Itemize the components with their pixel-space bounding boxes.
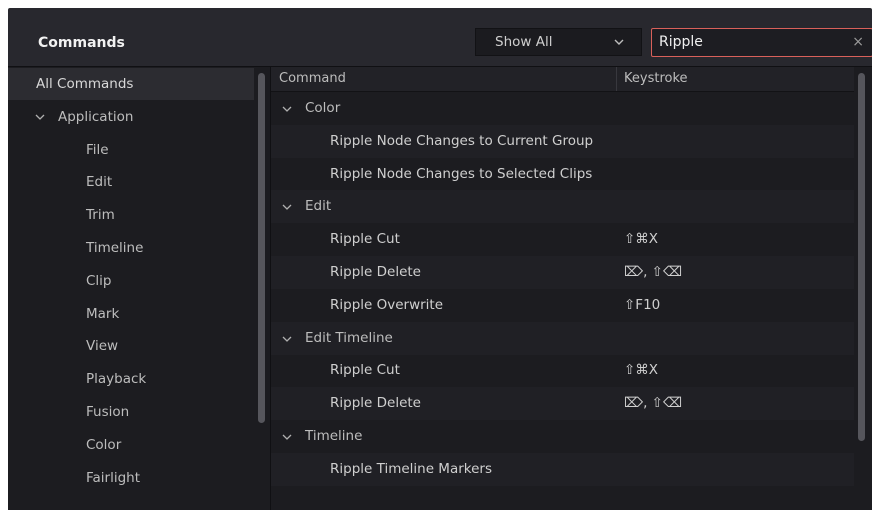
group-label: Color — [305, 100, 341, 116]
column-header-keystroke[interactable]: Keystroke — [624, 67, 688, 91]
sidebar-item-label: Color — [86, 436, 122, 453]
header-bar: Commands Show All Ripple × — [8, 8, 872, 70]
sidebar-item[interactable]: Color — [8, 429, 254, 461]
column-header-command[interactable]: Command — [279, 67, 346, 91]
group-label: Timeline — [305, 428, 363, 444]
sidebar-item[interactable]: Trim — [8, 199, 254, 231]
sidebar-item[interactable]: Playback — [8, 363, 254, 395]
command-name: Ripple Node Changes to Current Group — [330, 132, 594, 149]
sidebar-item-label: Fusion — [86, 404, 130, 420]
sidebar: Fairlight Color Fusion Playback View Mark Clip… — [8, 67, 271, 510]
sidebar-item-label: Edit — [86, 174, 113, 191]
chevron-down-icon[interactable] — [281, 201, 293, 213]
page-title: Commands — [38, 35, 125, 51]
table-row[interactable]: Ripple Overwrite ⇧F10 — [271, 289, 854, 322]
keystroke[interactable]: ⇧F10 — [624, 289, 660, 322]
column-divider[interactable] — [616, 67, 617, 91]
sidebar-item-label: Timeline — [86, 240, 144, 256]
sidebar-item-label: Clip — [86, 272, 112, 289]
chevron-down-icon[interactable] — [281, 103, 293, 115]
sidebar-item-label: Playback — [86, 371, 147, 388]
show-filter-value: Show All — [495, 34, 553, 50]
keystroke[interactable]: ⇧⌘X — [624, 223, 658, 256]
sidebar-item[interactable]: Fusion — [8, 396, 254, 428]
chevron-down-icon[interactable] — [34, 111, 46, 123]
group-row[interactable]: Color — [271, 92, 854, 125]
sidebar-item[interactable]: Mark — [8, 298, 254, 330]
chevron-down-icon[interactable] — [281, 333, 293, 345]
sidebar-scrollbar[interactable] — [258, 73, 265, 423]
sidebar-item-label: Mark — [86, 305, 120, 322]
sidebar-item[interactable]: Edit — [8, 166, 254, 198]
sidebar-item[interactable]: Timeline — [8, 232, 254, 264]
close-icon[interactable]: × — [852, 34, 864, 50]
chevron-down-icon[interactable] — [281, 431, 293, 443]
commands-window: Commands Show All Ripple × Fairlight Colo… — [8, 8, 872, 510]
table-row[interactable]: Ripple Delete ⌦, ⇧⌫ — [271, 387, 854, 421]
sidebar-item-label: All Commands — [36, 76, 134, 92]
group-label: Edit — [305, 198, 332, 215]
command-name: Ripple Cut — [330, 362, 400, 379]
command-name: Ripple Timeline Markers — [330, 460, 493, 477]
sidebar-item[interactable]: Fairlight — [8, 462, 254, 494]
show-filter-dropdown[interactable]: Show All — [475, 28, 642, 56]
table-row[interactable]: Ripple Timeline Markers — [271, 452, 854, 486]
sidebar-item-label: File — [86, 141, 109, 158]
keystroke[interactable]: ⇧⌘X — [624, 354, 658, 387]
sidebar-item[interactable]: All Commands — [8, 68, 254, 100]
keystroke[interactable]: ⌦, ⇧⌫ — [624, 256, 682, 289]
table-row[interactable]: Ripple Cut ⇧⌘X — [271, 354, 854, 387]
table-header: Command Keystroke — [271, 67, 854, 92]
group-label: Edit Timeline — [305, 329, 393, 346]
chevron-down-icon — [614, 39, 624, 45]
sidebar-item[interactable]: File — [8, 134, 254, 166]
table-row[interactable]: Ripple Node Changes to Current Group — [271, 124, 854, 158]
group-row[interactable]: Timeline — [271, 420, 854, 453]
command-name: Ripple Cut — [330, 231, 400, 248]
table-row[interactable]: Ripple Cut ⇧⌘X — [271, 223, 854, 256]
command-name: Ripple Node Changes to Selected Clips — [330, 165, 593, 182]
table-scrollbar[interactable] — [858, 73, 865, 441]
search-input-value: Ripple — [659, 34, 703, 50]
keystroke[interactable]: ⌦, ⇧⌫ — [624, 387, 682, 420]
sidebar-item-label: Fairlight — [86, 469, 141, 486]
table-row[interactable]: Ripple Delete ⌦, ⇧⌫ — [271, 256, 854, 289]
sidebar-item-label: View — [86, 338, 119, 355]
sidebar-item-label: Trim — [86, 207, 115, 224]
sidebar-item[interactable]: Clip — [8, 265, 254, 297]
group-row[interactable]: Edit Timeline — [271, 321, 854, 355]
command-name: Ripple Delete — [330, 395, 421, 412]
command-name: Ripple Delete — [330, 264, 421, 280]
command-table: Command Keystroke Color Ripple Node Chang… — [271, 67, 872, 510]
sidebar-item[interactable]: View — [8, 330, 254, 362]
command-name: Ripple Overwrite — [330, 296, 444, 313]
commands-panel: Fairlight Color Fusion Playback View Mark Clip… — [8, 66, 872, 510]
sidebar-item[interactable]: Application — [8, 101, 254, 133]
search-input[interactable]: Ripple × — [651, 28, 872, 57]
table-row[interactable]: Ripple Node Changes to Selected Clips — [271, 158, 854, 191]
sidebar-item-label: Application — [58, 108, 134, 125]
group-row[interactable]: Edit — [271, 190, 854, 224]
